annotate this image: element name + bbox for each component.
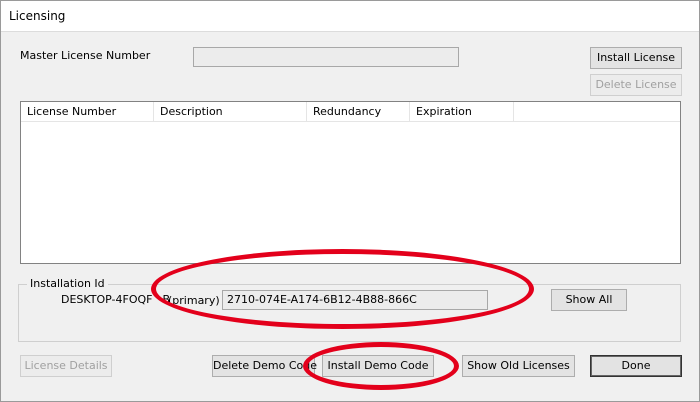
column-header-description[interactable]: Description [154,102,307,121]
machine-name: DESKTOP-4FOQF B [61,293,170,306]
install-demo-code-button[interactable]: Install Demo Code [322,355,434,377]
column-header-expiration[interactable]: Expiration [410,102,514,121]
primary-label: (primary) [168,294,220,307]
license-table-header: License Number Description Redundancy Ex… [21,102,680,122]
machine-name-text: DESKTOP-4FOQF [61,293,153,306]
install-license-button[interactable]: Install License [590,47,682,69]
delete-license-button[interactable]: Delete License [590,74,682,96]
license-details-button[interactable]: License Details [20,355,112,377]
column-header-redundancy[interactable]: Redundancy [307,102,410,121]
master-license-label: Master License Number [20,49,151,62]
installation-id-field[interactable]: 2710-074E-A174-6B12-4B88-866C [222,290,488,310]
window-title: Licensing [9,9,66,23]
master-license-input[interactable] [193,47,459,67]
installation-id-group-label: Installation Id [27,277,108,290]
license-table[interactable]: License Number Description Redundancy Ex… [20,101,681,264]
show-old-licenses-button[interactable]: Show Old Licenses [462,355,575,377]
column-header-license-number[interactable]: License Number [21,102,154,121]
show-all-button[interactable]: Show All [551,289,627,311]
title-bar: Licensing [1,1,699,32]
delete-demo-code-button[interactable]: Delete Demo Code [212,355,317,377]
licensing-dialog: Licensing Master License Number Install … [0,0,700,402]
done-button[interactable]: Done [590,355,682,377]
